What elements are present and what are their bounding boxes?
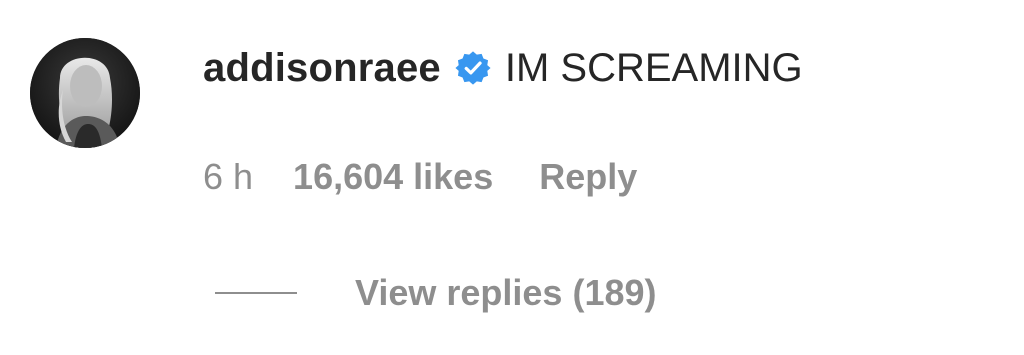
reply-button[interactable]: Reply [539,156,637,198]
comment-meta: 6 h 16,604 likes Reply [203,152,637,202]
view-replies-label: View replies (189) [355,272,657,313]
likes-count-button[interactable]: 16,604 likes [293,156,493,198]
username-link[interactable]: addisonraee [203,46,441,91]
verified-badge-icon [455,50,491,86]
avatar[interactable] [30,38,140,148]
view-replies-button[interactable]: View replies (189) [215,268,657,318]
comment-line: addisonraee IM SCREAMING [203,40,803,96]
divider-line [215,292,297,294]
avatar-photo [30,38,140,148]
comment-item: addisonraee IM SCREAMING 6 h 16,604 like… [0,0,1024,355]
comment-text: IM SCREAMING [504,45,803,90]
comment-timestamp[interactable]: 6 h [203,156,253,198]
